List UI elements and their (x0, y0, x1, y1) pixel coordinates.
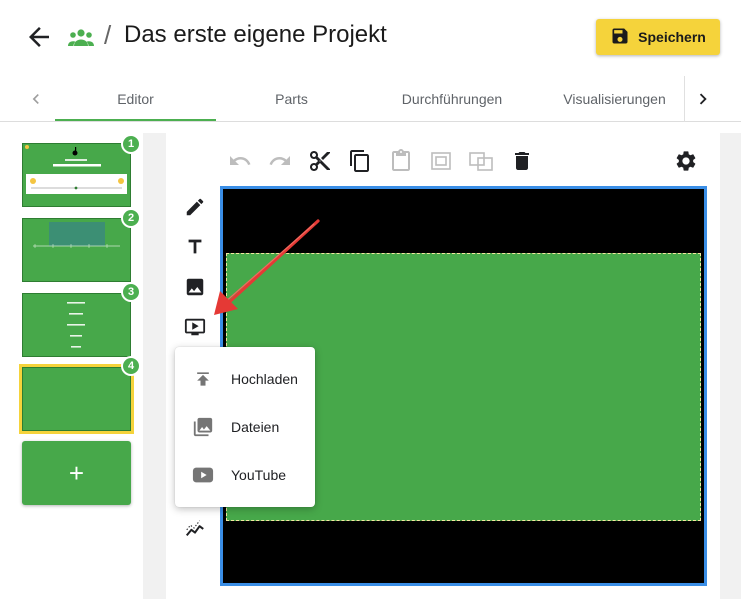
slide-thumbnail[interactable] (22, 218, 131, 282)
menu-item-label: Dateien (231, 419, 280, 435)
settings-icon[interactable] (673, 148, 699, 174)
copy-icon[interactable] (347, 148, 373, 174)
group-elements-icon[interactable] (428, 148, 454, 174)
cut-icon[interactable] (307, 148, 333, 174)
tab-editor[interactable]: Editor (55, 76, 216, 122)
slide-thumbnail-selected[interactable] (19, 364, 134, 434)
slide-list: 1 2 3 4 + (0, 130, 143, 599)
upload-icon (192, 368, 214, 390)
tab-label: Parts (275, 91, 308, 107)
tab-bar: Editor Parts Durchführungen Visualisieru… (0, 76, 741, 122)
menu-item-label: Hochladen (231, 371, 298, 387)
photo-library-icon (192, 416, 214, 438)
paste-icon[interactable] (388, 148, 414, 174)
slide-thumbnail[interactable] (22, 143, 131, 207)
add-slide-button[interactable]: + (22, 441, 131, 505)
slide-number-badge: 2 (121, 208, 141, 228)
floppy-disk-icon (610, 26, 630, 49)
tab-label: Editor (117, 91, 154, 107)
menu-item-youtube[interactable]: YouTube (175, 451, 315, 499)
menu-item-label: YouTube (231, 467, 287, 483)
delete-icon[interactable] (509, 148, 535, 174)
menu-item-files[interactable]: Dateien (175, 403, 315, 451)
page-title: Das erste eigene Projekt (124, 21, 387, 48)
slide-number-badge: 1 (121, 134, 141, 154)
add-slide-label: + (68, 457, 85, 488)
tab-label: Visualisierungen (563, 91, 666, 107)
breadcrumb-separator: / (104, 20, 112, 50)
ungroup-elements-icon[interactable] (468, 148, 494, 174)
media-dropdown-menu: Hochladen Dateien YouTube (175, 347, 315, 507)
back-arrow-icon[interactable] (24, 22, 54, 52)
active-tab-indicator (55, 119, 216, 121)
slide-number-badge: 3 (121, 282, 141, 302)
chevron-left-icon[interactable] (18, 76, 54, 122)
chart-icon[interactable] (182, 515, 208, 541)
youtube-icon (192, 464, 214, 486)
chevron-right-icon[interactable] (685, 76, 721, 122)
save-label: Speichern (638, 29, 706, 45)
tab-visualisierungen[interactable]: Visualisierungen (537, 76, 692, 122)
annotation-arrow-icon (214, 219, 320, 315)
save-button[interactable]: Speichern (596, 19, 720, 55)
undo-icon[interactable] (227, 148, 253, 174)
tab-durchfuehrungen[interactable]: Durchführungen (367, 76, 537, 122)
menu-item-upload[interactable]: Hochladen (175, 355, 315, 403)
slide-thumbnail[interactable] (22, 293, 131, 357)
tab-label: Durchführungen (401, 91, 503, 107)
tab-parts[interactable]: Parts (216, 76, 367, 122)
slide-number-badge: 4 (121, 356, 141, 376)
group-icon (68, 27, 94, 47)
redo-icon[interactable] (267, 148, 293, 174)
app-header: / Das erste eigene Projekt Speichern (0, 0, 741, 75)
